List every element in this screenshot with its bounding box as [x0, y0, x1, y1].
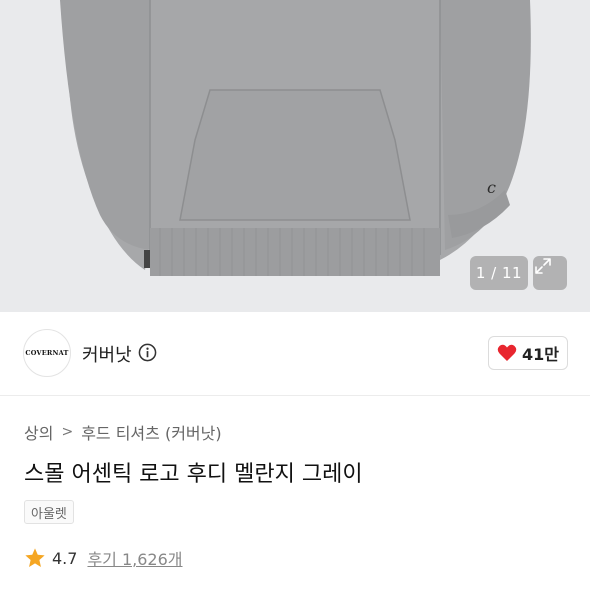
brand-logo[interactable]: COVERNAT — [23, 329, 71, 377]
like-count: 41만 — [522, 345, 559, 364]
heart-icon — [497, 344, 517, 361]
star-icon — [25, 548, 45, 567]
breadcrumb-item-subcategory[interactable]: 후드 티셔츠 (커버낫) — [81, 420, 221, 444]
rating-value: 4.7 — [52, 548, 78, 568]
reviews-link[interactable]: 후기 1,626개 — [87, 546, 182, 570]
product-title: 스몰 어센틱 로고 후디 멜란지 그레이 — [24, 462, 363, 487]
seller-name[interactable]: 커버낫 — [82, 341, 132, 367]
breadcrumb-separator: > — [61, 424, 74, 440]
info-icon[interactable] — [138, 343, 157, 362]
brand-logo-text: COVERNAT — [25, 349, 69, 357]
image-pager: 1 / 11 — [470, 256, 528, 290]
expand-icon[interactable] — [533, 256, 567, 290]
breadcrumb: 상의 > 후드 티셔츠 (커버낫) — [24, 420, 222, 444]
breadcrumb-item-category[interactable]: 상의 — [24, 420, 53, 444]
svg-text:c: c — [487, 178, 496, 197]
outlet-badge: 아울렛 — [24, 500, 74, 524]
like-button[interactable]: 41만 — [488, 336, 568, 370]
rating-row: 4.7 후기 1,626개 — [24, 546, 183, 570]
product-image-gallery[interactable]: c 1 / 11 — [0, 0, 590, 312]
